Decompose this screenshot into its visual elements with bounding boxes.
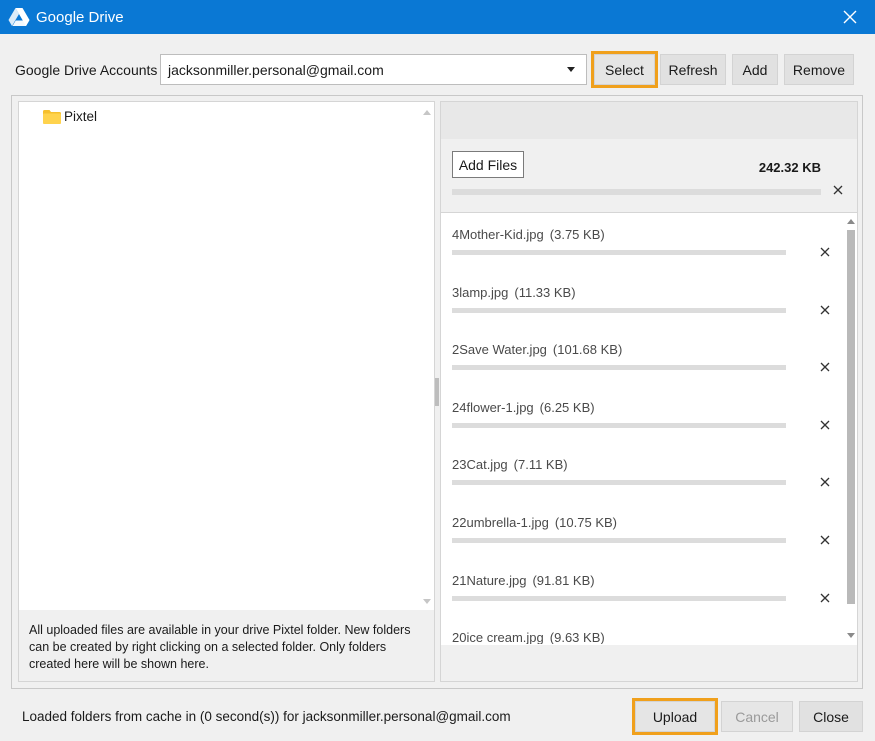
file-name-text: 20ice cream.jpg	[452, 630, 544, 644]
upload-header: Add Files 242.32 KB	[441, 102, 857, 213]
close-button[interactable]: Close	[799, 701, 863, 732]
scroll-down-icon[interactable]	[423, 599, 431, 604]
remove-file-icon[interactable]	[819, 304, 831, 316]
file-size: (91.81 KB)	[532, 572, 595, 588]
file-name-text: 24flower-1.jpg	[452, 399, 534, 415]
total-progress-bar	[452, 189, 821, 195]
file-name: 22umbrella-1.jpg (10.75 KB)	[452, 515, 617, 530]
file-progress-bar	[452, 422, 786, 428]
file-name: 3lamp.jpg (11.33 KB)	[452, 285, 576, 300]
file-progress-bar	[452, 250, 786, 255]
remove-file-icon[interactable]	[819, 534, 831, 546]
select-button[interactable]: Select	[591, 51, 658, 88]
file-name: 24flower-1.jpg (6.25 KB)	[452, 400, 595, 415]
total-size: 242.32 KB	[758, 160, 821, 175]
tree-item-pixtel[interactable]: Pixtel	[43, 109, 97, 124]
add-account-button[interactable]: Add	[732, 54, 778, 85]
upload-header-strip	[441, 102, 857, 139]
remove-file-icon[interactable]	[819, 361, 831, 373]
file-progress-bar	[452, 365, 786, 371]
remove-account-button[interactable]: Remove	[784, 54, 854, 85]
file-size: (7.11 KB)	[513, 457, 568, 473]
close-window-icon[interactable]	[841, 8, 859, 26]
scrollbar-thumb[interactable]	[847, 230, 855, 604]
file-name-text: 21Nature.jpg	[452, 572, 527, 588]
folder-tree-pane: Pixtel All uploaded files are available …	[18, 101, 435, 682]
file-row: 21Nature.jpg (91.81 KB)	[441, 560, 846, 618]
file-row: 24flower-1.jpg (6.25 KB)	[441, 387, 846, 445]
file-row: 23Cat.jpg (7.11 KB)	[441, 444, 846, 502]
status-text: Loaded folders from cache in (0 second(s…	[22, 709, 511, 724]
file-progress-bar	[452, 480, 786, 486]
folder-icon	[43, 109, 61, 124]
refresh-button[interactable]: Refresh	[660, 54, 726, 85]
file-row: 2Save Water.jpg (101.68 KB)	[441, 329, 846, 387]
add-files-button[interactable]: Add Files	[452, 151, 524, 178]
file-name: 4Mother-Kid.jpg (3.75 KB)	[452, 227, 605, 242]
file-name-text: 3lamp.jpg	[452, 284, 509, 300]
file-size: (11.33 KB)	[514, 284, 576, 300]
file-name-text: 2Save Water.jpg	[452, 342, 547, 358]
file-size: (9.63 KB)	[549, 630, 605, 644]
scroll-up-icon[interactable]	[847, 219, 855, 224]
file-row: 20ice cream.jpg (9.63 KB)	[441, 617, 846, 644]
file-size: (10.75 KB)	[554, 515, 617, 530]
file-list: 4Mother-Kid.jpg (3.75 KB) 3lamp.jpg (11.33 …	[441, 214, 846, 644]
remove-file-icon[interactable]	[819, 246, 831, 258]
account-dropdown[interactable]: jacksonmiller.personal@gmail.com	[160, 54, 587, 85]
window-title: Google Drive	[36, 8, 124, 26]
info-text: All uploaded files are available in your…	[19, 610, 434, 681]
upload-button[interactable]: Upload	[632, 698, 718, 735]
scroll-down-icon[interactable]	[847, 633, 855, 638]
file-progress-bar	[452, 538, 786, 543]
google-drive-logo-icon	[8, 8, 30, 26]
file-row: 22umbrella-1.jpg (10.75 KB)	[441, 502, 846, 560]
remove-file-icon[interactable]	[819, 419, 831, 431]
file-row: 3lamp.jpg (11.33 KB)	[441, 272, 846, 330]
remove-file-icon[interactable]	[819, 592, 831, 604]
accounts-label: Google Drive Accounts	[15, 62, 158, 78]
file-name: 23Cat.jpg (7.11 KB)	[452, 457, 568, 472]
remove-file-icon[interactable]	[819, 476, 831, 488]
upload-footer	[441, 645, 857, 681]
file-progress-bar	[452, 595, 786, 601]
upload-queue-pane: Add Files 242.32 KB 4Mother-Kid.jpg (3.75…	[440, 101, 858, 682]
pane-splitter[interactable]	[435, 378, 439, 406]
file-name-text: 4Mother-Kid.jpg	[452, 227, 544, 242]
file-size: (6.25 KB)	[539, 399, 595, 415]
title-bar: Google Drive	[0, 0, 875, 34]
file-progress-bar	[452, 307, 786, 313]
file-name: 21Nature.jpg (91.81 KB)	[452, 573, 595, 588]
cancel-button[interactable]: Cancel	[721, 701, 793, 732]
file-list-scrollbar[interactable]	[846, 217, 855, 645]
file-name-text: 23Cat.jpg	[452, 457, 508, 473]
file-name: 20ice cream.jpg (9.63 KB)	[452, 630, 605, 644]
chevron-down-icon	[567, 67, 575, 72]
account-selected-value: jacksonmiller.personal@gmail.com	[168, 61, 384, 78]
file-name: 2Save Water.jpg (101.68 KB)	[452, 342, 622, 357]
file-size: (101.68 KB)	[552, 342, 623, 358]
file-row: 4Mother-Kid.jpg (3.75 KB)	[441, 214, 846, 272]
tree-item-label: Pixtel	[64, 109, 98, 124]
scroll-up-icon[interactable]	[423, 110, 431, 115]
clear-all-icon[interactable]	[832, 184, 844, 196]
file-name-text: 22umbrella-1.jpg	[452, 515, 549, 530]
file-size: (3.75 KB)	[549, 227, 605, 242]
